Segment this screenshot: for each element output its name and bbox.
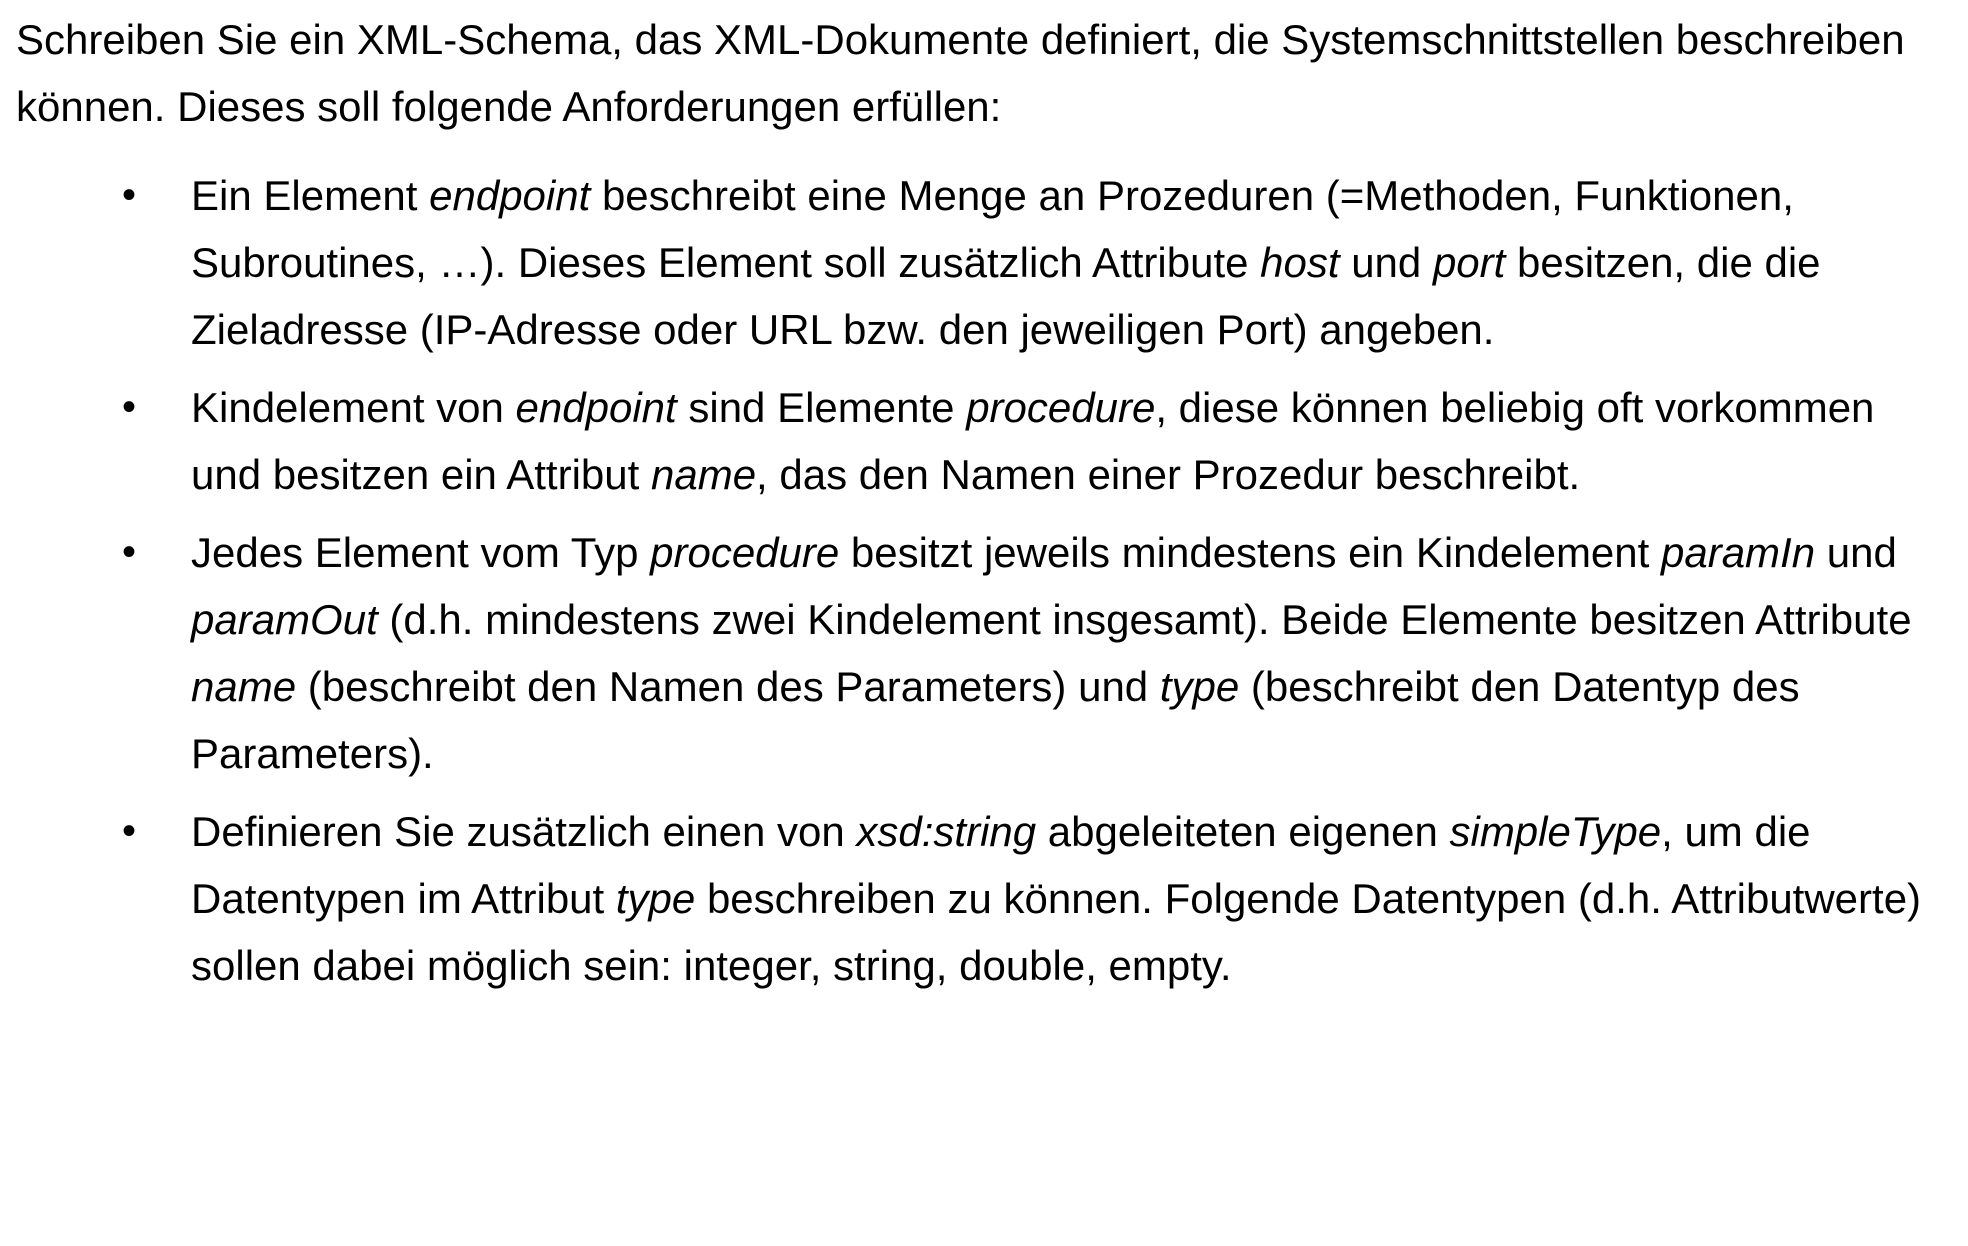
- bullet-icon: •: [121, 809, 136, 853]
- italic-term: endpoint: [429, 172, 591, 219]
- text-segment: , das den Namen einer Prozedur beschreib…: [756, 451, 1581, 498]
- italic-term: host: [1260, 239, 1340, 286]
- italic-term: name: [650, 451, 757, 498]
- text-segment: abgeleiteten eigenen: [1036, 808, 1450, 855]
- text-segment: Ein Element: [191, 172, 430, 219]
- italic-term: type: [1159, 663, 1240, 710]
- text-segment: Kindelement von: [191, 384, 516, 431]
- italic-term: procedure: [966, 384, 1156, 431]
- italic-term: paramIn: [1660, 529, 1816, 576]
- bullet-icon: •: [121, 385, 136, 429]
- list-item: • Kindelement von endpoint sind Elemente …: [16, 374, 1941, 508]
- italic-term: name: [191, 663, 297, 710]
- text-segment: und: [1339, 239, 1433, 286]
- italic-term: simpleType: [1449, 808, 1662, 855]
- bullet-icon: •: [121, 173, 136, 217]
- bullet-icon: •: [121, 530, 136, 574]
- italic-term: type: [615, 875, 696, 922]
- text-segment: besitzt jeweils mindestens ein Kindeleme…: [839, 529, 1661, 576]
- text-segment: (d.h. mindestens zwei Kindelement insges…: [377, 596, 1912, 643]
- italic-term: paramOut: [191, 596, 378, 643]
- text-segment: und: [1815, 529, 1897, 576]
- list-item: • Definieren Sie zusätzlich einen von xsd…: [16, 798, 1941, 999]
- italic-term: port: [1432, 239, 1506, 286]
- text-segment: (beschreibt den Namen des Parameters) un…: [296, 663, 1160, 710]
- requirements-list: • Ein Element endpoint beschreibt eine Me…: [16, 162, 1948, 999]
- text-segment: sind Elemente: [676, 384, 967, 431]
- italic-term: endpoint: [515, 384, 677, 431]
- text-segment: Definieren Sie zusätzlich einen von: [191, 808, 857, 855]
- list-item: • Jedes Element vom Typ procedure besitzt…: [16, 519, 1941, 787]
- list-item: • Ein Element endpoint beschreibt eine Me…: [16, 162, 1941, 363]
- document-page: Schreiben Sie ein XML-Schema, das XML-Do…: [0, 0, 1968, 1246]
- italic-term: procedure: [650, 529, 840, 576]
- italic-term: xsd:string: [856, 808, 1037, 855]
- text-segment: Jedes Element vom Typ: [191, 529, 651, 576]
- intro-paragraph: Schreiben Sie ein XML-Schema, das XML-Do…: [16, 16, 1905, 130]
